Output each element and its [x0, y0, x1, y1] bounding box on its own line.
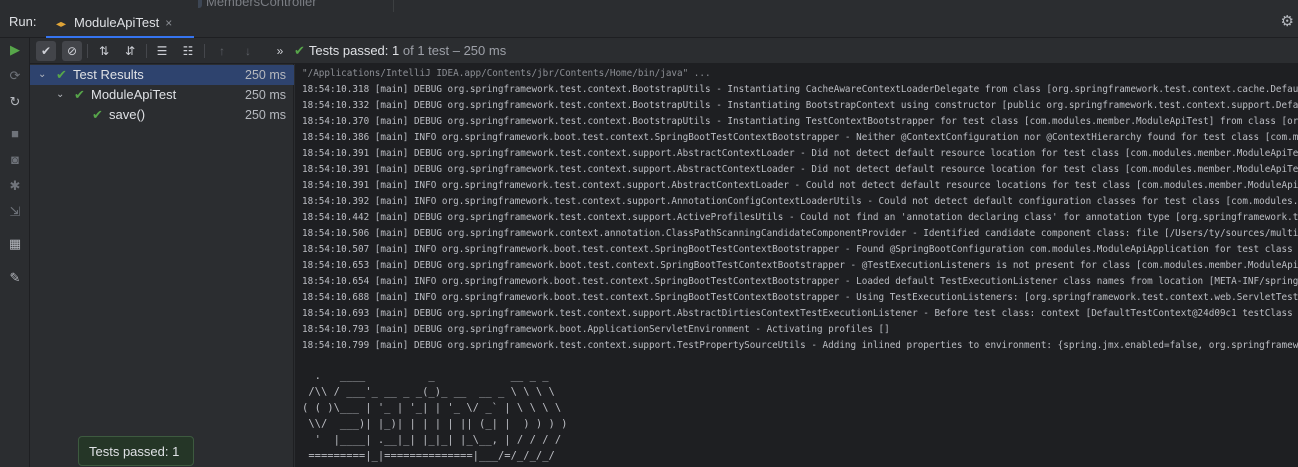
gear-icon[interactable]: ⚙	[1281, 12, 1294, 30]
ghost-tab-title: MembersController	[206, 0, 317, 9]
more-actions-icon[interactable]: »	[270, 41, 290, 61]
class-icon	[198, 0, 202, 8]
test-toolbar: ✔ ⊘ ⇅ ⇵ ☰ ☷ ↑ ↓ » ✔ Tests passed: 1 of 1 …	[30, 38, 1298, 64]
tree-row-label: save()	[109, 107, 146, 122]
spring-banner-line: /\\ / ___'_ __ _ _(_)_ __ __ _ \ \ \ \	[302, 386, 555, 398]
status-suffix: of 1 test – 250 ms	[399, 43, 507, 58]
pin-icon[interactable]: ✎	[7, 270, 23, 286]
layout-icon[interactable]: ▦	[7, 236, 23, 252]
run-label: Run:	[9, 14, 37, 29]
console-line: 18:54:10.370 [main] DEBUG org.springfram…	[302, 116, 1298, 127]
show-passed-icon[interactable]: ✔	[36, 41, 56, 61]
tests-passed-notification[interactable]: Tests passed: 1	[78, 436, 194, 466]
rerun-icon[interactable]: ▶	[7, 42, 23, 58]
console-line: 18:54:10.653 [main] DEBUG org.springfram…	[302, 260, 1298, 271]
show-ignored-icon[interactable]: ⊘	[62, 41, 82, 61]
console-line: 18:54:10.332 [main] DEBUG org.springfram…	[302, 100, 1298, 111]
console-line: "/Applications/IntelliJ IDEA.app/Content…	[302, 68, 711, 79]
test-results-tree: ⌄ ✔ Test Results 250 ms ⌄ ✔ ModuleApiTes…	[30, 64, 294, 467]
expand-all-icon[interactable]: ☰	[152, 41, 172, 61]
tree-row-duration: 250 ms	[245, 88, 286, 102]
console-line: 18:54:10.799 [main] DEBUG org.springfram…	[302, 340, 1298, 351]
console-line: 18:54:10.391 [main] DEBUG org.springfram…	[302, 164, 1298, 175]
sort-alphabetically-icon[interactable]: ⇅	[94, 41, 114, 61]
spring-banner-line: =========|_|==============|___/=/_/_/_/	[302, 450, 555, 462]
console-line: 18:54:10.693 [main] DEBUG org.springfram…	[302, 308, 1293, 319]
next-failed-icon[interactable]: ↓	[238, 41, 258, 61]
debug-icon[interactable]: ✱	[7, 178, 23, 194]
passed-check-icon: ✔	[294, 43, 305, 58]
console-line: 18:54:10.318 [main] DEBUG org.springfram…	[302, 84, 1298, 95]
test-status-summary: ✔ Tests passed: 1 of 1 test – 250 ms	[294, 43, 506, 59]
rerun-failed-icon[interactable]: ⟳	[7, 68, 23, 84]
chevron-down-icon[interactable]: ⌄	[38, 65, 46, 85]
left-toolbar: ▶ ⟳ ↻ ■ ◙ ✱ ⇲ ▦ ✎	[0, 38, 30, 467]
stop-icon[interactable]: ■	[7, 126, 23, 142]
run-tool-window-header: Run: ◂▸ ModuleApiTest × MembersController …	[0, 0, 1298, 38]
previous-failed-icon[interactable]: ↑	[212, 41, 232, 61]
console-line: 18:54:10.506 [main] DEBUG org.springfram…	[302, 228, 1298, 239]
chevron-down-icon[interactable]: ⌄	[56, 85, 64, 105]
console-line: 18:54:10.442 [main] DEBUG org.springfram…	[302, 212, 1298, 223]
spring-banner-line: ( ( )\___ | '_ | '_| | '_ \/ _` | \ \ \ …	[302, 402, 562, 414]
tree-row-duration: 250 ms	[245, 108, 286, 122]
passed-check-icon: ✔	[92, 107, 103, 122]
tab-title: ModuleApiTest	[74, 15, 160, 30]
console-line: 18:54:10.392 [main] INFO org.springframe…	[302, 196, 1298, 207]
spring-banner-line: ' |____| .__|_| |_|_| |_\__, | / / / /	[302, 434, 562, 446]
run-config-icon: ◂▸	[56, 19, 67, 30]
tree-row-duration: 250 ms	[245, 68, 286, 82]
spring-banner-line: . ____ _ __ _ _	[302, 370, 549, 382]
spring-banner-line: \\/ ___)| |_)| | | | | || (_| | ) ) ) )	[302, 418, 568, 430]
toolbar-divider	[146, 44, 147, 58]
toolbar-divider	[204, 44, 205, 58]
console-line: 18:54:10.391 [main] INFO org.springframe…	[302, 180, 1298, 191]
console-line: 18:54:10.507 [main] INFO org.springframe…	[302, 244, 1293, 255]
toolbar-divider	[87, 44, 88, 58]
tree-row-save[interactable]: ✔ save() 250 ms	[30, 105, 294, 125]
sort-by-duration-icon[interactable]: ⇵	[120, 41, 140, 61]
tree-row-label: ModuleApiTest	[91, 87, 177, 102]
collapse-all-icon[interactable]: ☷	[178, 41, 198, 61]
console-line: 18:54:10.793 [main] DEBUG org.springfram…	[302, 324, 890, 335]
status-prefix: Tests passed:	[308, 43, 393, 58]
tree-row-label: Test Results	[73, 67, 144, 82]
console-line: 18:54:10.386 [main] INFO org.springframe…	[302, 132, 1298, 143]
passed-check-icon: ✔	[74, 87, 85, 102]
run-tab-module-api-test[interactable]: ◂▸ ModuleApiTest ×	[46, 6, 194, 38]
toggle-auto-test-icon[interactable]: ↻	[7, 94, 23, 110]
close-icon[interactable]: ×	[165, 16, 172, 30]
console-line: 18:54:10.654 [main] INFO org.springframe…	[302, 276, 1298, 287]
camera-icon[interactable]: ◙	[7, 152, 23, 168]
passed-check-icon: ✔	[56, 67, 67, 82]
console-output[interactable]: "/Applications/IntelliJ IDEA.app/Content…	[295, 64, 1298, 467]
tree-row-test-results[interactable]: ⌄ ✔ Test Results 250 ms	[30, 65, 294, 85]
tree-row-module-api-test[interactable]: ⌄ ✔ ModuleApiTest 250 ms	[30, 85, 294, 105]
editor-tab-members-controller[interactable]: MembersController	[198, 0, 394, 12]
console-line: 18:54:10.391 [main] DEBUG org.springfram…	[302, 148, 1298, 159]
console-line: 18:54:10.688 [main] INFO org.springframe…	[302, 292, 1298, 303]
import-tests-icon[interactable]: ⇲	[7, 204, 23, 220]
